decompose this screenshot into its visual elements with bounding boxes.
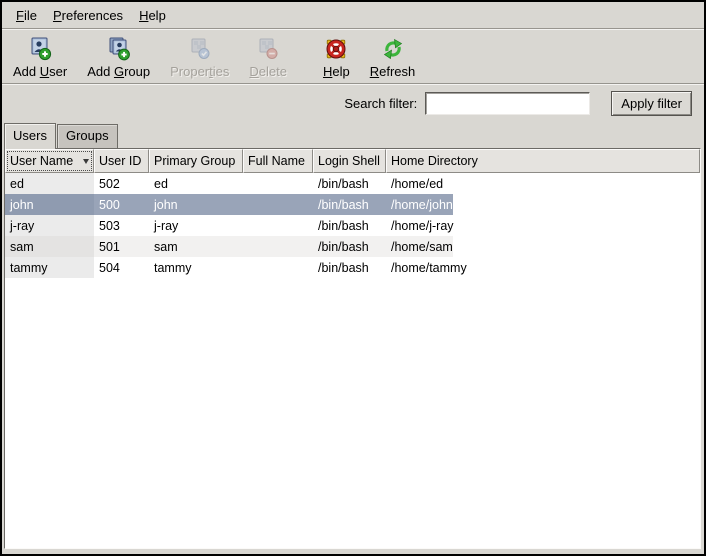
filter-bar: Search filter: Apply filter <box>2 85 704 122</box>
table-row-sam[interactable]: sam 501 sam /bin/bash /home/sam <box>5 236 700 257</box>
properties-icon <box>187 36 213 62</box>
add-user-button[interactable]: Add User <box>10 36 70 79</box>
sort-arrow-icon <box>83 159 89 164</box>
toolbar: Add User Add Group <box>2 30 704 83</box>
table-row-tammy[interactable]: tammy 504 tammy /bin/bash /home/tammy <box>5 257 700 278</box>
apply-filter-button[interactable]: Apply filter <box>611 91 692 116</box>
column-header-user-id[interactable]: User ID <box>94 149 149 173</box>
tab-users[interactable]: Users <box>4 123 56 149</box>
column-header-full-name[interactable]: Full Name <box>243 149 313 173</box>
notebook-tabs: Users Groups <box>4 122 118 148</box>
delete-label: Delete <box>249 64 287 79</box>
properties-button: Properties <box>167 36 232 79</box>
column-header-home-directory[interactable]: Home Directory <box>386 149 700 173</box>
refresh-label: Refresh <box>370 64 416 79</box>
refresh-button[interactable]: Refresh <box>367 36 419 79</box>
menu-preferences[interactable]: Preferences <box>45 4 131 27</box>
help-icon <box>323 36 349 62</box>
help-label: Help <box>323 64 350 79</box>
add-group-label: Add Group <box>87 64 150 79</box>
menu-bar: File Preferences Help <box>2 2 704 29</box>
search-filter-input[interactable] <box>425 92 590 115</box>
refresh-icon <box>380 36 406 62</box>
table-row-ed[interactable]: ed 502 ed /bin/bash /home/ed <box>5 173 700 194</box>
table-header-row: User Name User ID Primary Group Full Nam… <box>5 149 700 173</box>
add-user-icon <box>27 36 53 62</box>
user-manager-window: File Preferences Help Add User <box>0 0 706 556</box>
add-user-label: Add User <box>13 64 67 79</box>
column-header-login-shell[interactable]: Login Shell <box>313 149 386 173</box>
table-row-john-selected[interactable]: john 500 john /bin/bash /home/john <box>5 194 700 215</box>
add-group-icon <box>106 36 132 62</box>
column-header-primary-group[interactable]: Primary Group <box>149 149 243 173</box>
menu-help[interactable]: Help <box>131 4 174 27</box>
table-row-j-ray[interactable]: j-ray 503 j-ray /bin/bash /home/j-ray <box>5 215 700 236</box>
delete-button: Delete <box>246 36 290 79</box>
column-header-user-name[interactable]: User Name <box>5 149 94 173</box>
delete-icon <box>255 36 281 62</box>
users-table: User Name User ID Primary Group Full Nam… <box>4 148 701 549</box>
search-filter-label: Search filter: <box>344 96 425 111</box>
help-button[interactable]: Help <box>320 36 353 79</box>
menu-file[interactable]: File <box>8 4 45 27</box>
add-group-button[interactable]: Add Group <box>84 36 153 79</box>
tab-groups[interactable]: Groups <box>57 124 118 148</box>
properties-label: Properties <box>170 64 229 79</box>
